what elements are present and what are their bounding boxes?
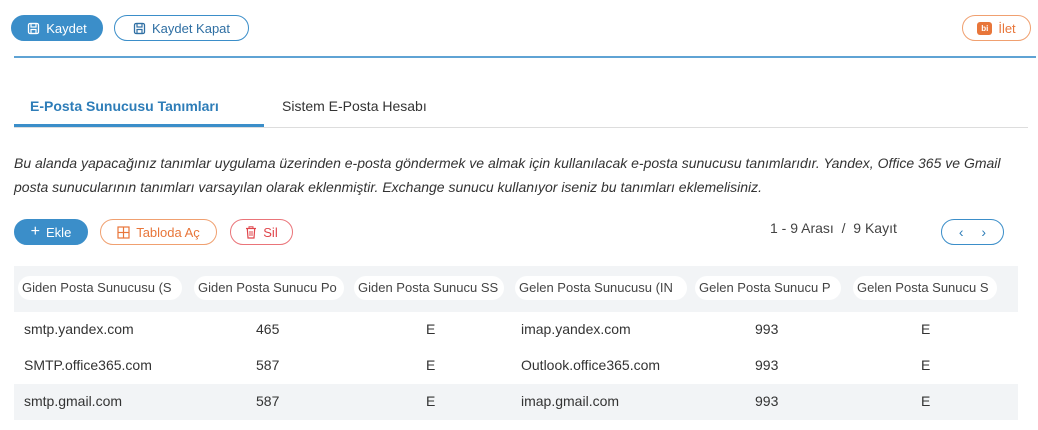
cell-outgoing-port: 587 — [256, 393, 280, 409]
cell-incoming-port: 993 — [755, 393, 779, 409]
cell-incoming-ssl: E — [921, 321, 931, 337]
info-description: Bu alanda yapacağınız tanımlar uygulama … — [14, 155, 1001, 195]
add-label: Ekle — [46, 224, 72, 240]
cell-incoming-ssl: E — [921, 357, 931, 373]
cell-outgoing-port: 587 — [256, 357, 280, 373]
chevron-left-icon[interactable]: ‹ — [959, 224, 964, 240]
pager: ‹ › — [941, 219, 1004, 245]
tab-email-server-definitions[interactable]: E-Posta Sunucusu Tanımları — [30, 98, 219, 114]
cell-outgoing-server: smtp.yandex.com — [24, 321, 134, 337]
plus-icon: + — [30, 223, 41, 240]
column-header[interactable]: Gelen Posta Sunucu P — [695, 276, 841, 300]
save-icon — [27, 22, 40, 35]
cell-outgoing-server: smtp.gmail.com — [24, 393, 123, 409]
trash-icon — [245, 225, 257, 239]
pagination-total: 9 Kayıt — [853, 220, 897, 236]
table-row[interactable]: SMTP.office365.com 587 E Outlook.office3… — [14, 348, 1018, 384]
open-in-table-label: Tabloda Aç — [136, 224, 200, 240]
cell-incoming-server: imap.yandex.com — [521, 321, 631, 337]
table-row[interactable]: smtp.gmail.com 587 E imap.gmail.com 993 … — [14, 384, 1018, 420]
save-close-label: Kaydet Kapat — [151, 20, 231, 36]
cell-incoming-server: Outlook.office365.com — [521, 357, 661, 373]
column-header[interactable]: Giden Posta Sunucu Po — [194, 276, 344, 300]
cell-incoming-port: 993 — [755, 321, 779, 337]
table-header: Giden Posta Sunucusu (S Giden Posta Sunu… — [14, 266, 1018, 312]
open-in-table-button[interactable]: Tabloda Aç — [100, 219, 217, 245]
add-button[interactable]: + Ekle — [14, 219, 88, 245]
save-label: Kaydet — [46, 20, 87, 36]
cell-incoming-server: imap.gmail.com — [521, 393, 620, 409]
table-row[interactable]: smtp.yandex.com 465 E imap.yandex.com 99… — [14, 312, 1018, 348]
forward-label: İlet — [998, 20, 1016, 36]
save-close-button[interactable]: Kaydet Kapat — [114, 15, 249, 41]
pagination-range: 1 - 9 Arası — [770, 220, 834, 236]
column-header[interactable]: Gelen Posta Sunucusu (IN — [515, 276, 687, 300]
column-header[interactable]: Giden Posta Sunucusu (S — [18, 276, 182, 300]
column-header[interactable]: Gelen Posta Sunucu S — [853, 276, 997, 300]
save-icon — [133, 22, 146, 35]
pagination-info: 1 - 9 Arası / 9 Kayıt — [770, 220, 897, 236]
cell-outgoing-server: SMTP.office365.com — [24, 357, 152, 373]
forward-button[interactable]: bi İlet — [962, 15, 1031, 41]
cell-outgoing-port: 465 — [256, 321, 280, 337]
tabs-divider — [14, 127, 1028, 128]
delete-label: Sil — [263, 224, 278, 240]
cell-outgoing-ssl: E — [426, 357, 436, 373]
table-icon — [117, 225, 130, 239]
pagination-separator: / — [841, 220, 846, 236]
delete-button[interactable]: Sil — [230, 219, 293, 245]
cell-outgoing-ssl: E — [426, 321, 436, 337]
column-header[interactable]: Giden Posta Sunucu SS — [354, 276, 504, 300]
forward-icon: bi — [977, 21, 993, 35]
cell-outgoing-ssl: E — [426, 393, 436, 409]
chevron-right-icon[interactable]: › — [981, 224, 986, 240]
cell-incoming-port: 993 — [755, 357, 779, 373]
tab-system-email-account[interactable]: Sistem E-Posta Hesabı — [282, 98, 427, 114]
save-button[interactable]: Kaydet — [11, 15, 103, 41]
cell-incoming-ssl: E — [921, 393, 931, 409]
toolbar-divider — [14, 56, 1036, 58]
